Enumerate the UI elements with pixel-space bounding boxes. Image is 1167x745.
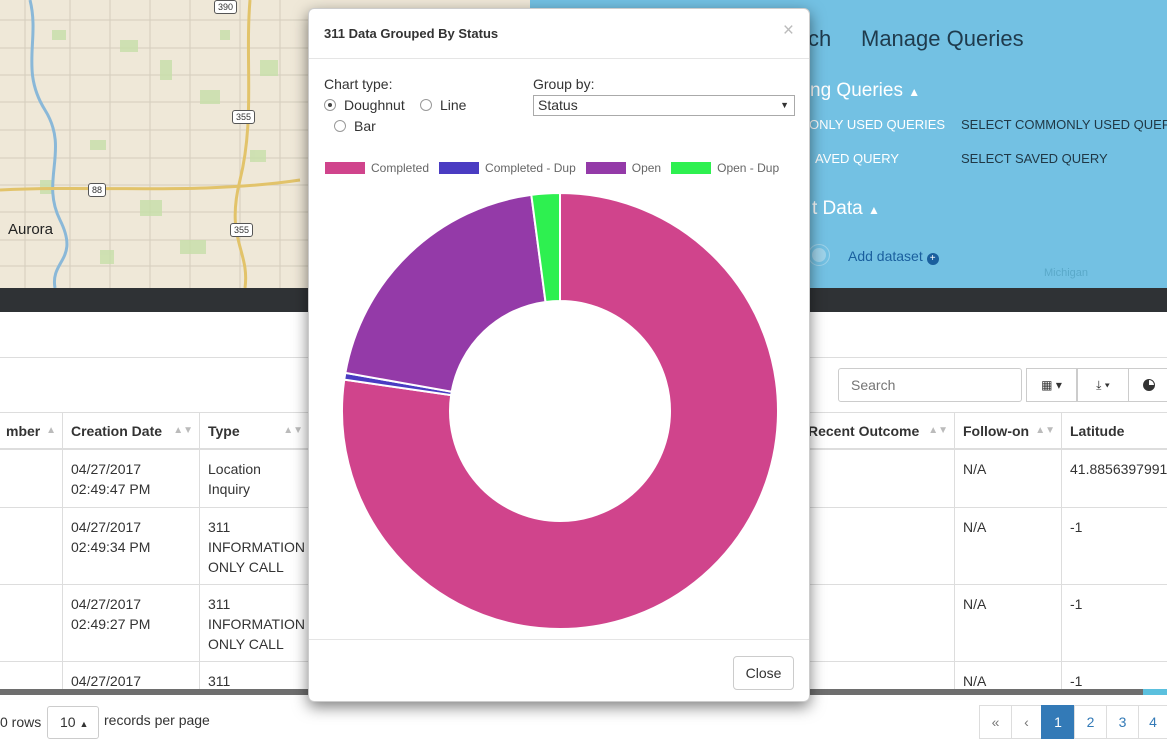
group-by-select[interactable]: Status ▼ bbox=[533, 95, 795, 116]
page-prev-button[interactable]: ‹ bbox=[1011, 705, 1042, 739]
existing-queries-heading[interactable]: ng Queries ▲ bbox=[810, 80, 920, 102]
nav-search-tab[interactable]: ch bbox=[808, 26, 831, 52]
chart-legend: Completed Completed - Dup Open Open - Dup bbox=[325, 160, 789, 176]
latitude-cell: -1 bbox=[1061, 508, 1167, 584]
legend-label: Completed - Dup bbox=[485, 161, 576, 175]
rows-count-text: 0 rows bbox=[0, 714, 42, 730]
page-size-dropdown[interactable]: 10 ▲ bbox=[47, 706, 99, 739]
highway-shield: 88 bbox=[88, 183, 107, 197]
chart-modal: 311 Data Grouped By Status × Chart type:… bbox=[308, 8, 810, 702]
grid-icon: ▦ ▾ bbox=[1041, 378, 1062, 392]
columns-dropdown-button[interactable]: ▦ ▾ bbox=[1026, 368, 1077, 402]
follow-on-cell: N/A bbox=[954, 508, 1061, 584]
caret-down-icon: ▼ bbox=[780, 100, 789, 110]
page-3-button[interactable]: 3 bbox=[1106, 705, 1139, 739]
follow-on-cell: N/A bbox=[954, 585, 1061, 661]
column-header-number[interactable]: mber▲▼ bbox=[0, 413, 62, 449]
type-cell: 311 INFORMATION ONLY CALL bbox=[199, 585, 309, 661]
records-per-page-label: records per page bbox=[104, 712, 210, 728]
page-1-button[interactable]: 1 bbox=[1041, 705, 1075, 739]
doughnut-slice-open[interactable] bbox=[344, 193, 547, 393]
legend-item[interactable]: Completed - Dup bbox=[439, 160, 576, 176]
page-4-button[interactable]: 4 bbox=[1138, 705, 1167, 739]
radio-unselected-icon bbox=[420, 99, 432, 111]
radio-line[interactable]: Line bbox=[420, 97, 466, 113]
sort-icon: ▲▼ bbox=[283, 425, 303, 436]
search-input[interactable] bbox=[838, 368, 1022, 402]
caret-up-icon: ▲ bbox=[79, 719, 89, 729]
legend-swatch bbox=[585, 162, 626, 174]
column-header-recent-outcome[interactable]: Recent Outcome ▲▼ bbox=[800, 413, 954, 449]
radio-doughnut[interactable]: Doughnut bbox=[324, 97, 405, 113]
latitude-cell: -1 bbox=[1061, 585, 1167, 661]
remove-dataset-button[interactable] bbox=[808, 244, 830, 266]
chart-button[interactable] bbox=[1128, 368, 1167, 402]
type-cell: Location Inquiry bbox=[199, 450, 309, 507]
modal-footer: Close bbox=[309, 639, 809, 703]
legend-swatch bbox=[325, 162, 365, 174]
legend-item[interactable]: Completed bbox=[325, 160, 429, 176]
highway-shield: 355 bbox=[230, 223, 254, 237]
highway-shield: 355 bbox=[232, 110, 256, 124]
creation-date-cell: 04/27/2017 02:49:27 PM bbox=[62, 585, 199, 661]
commonly-used-queries-label: ONLY USED QUERIES bbox=[809, 117, 946, 132]
map-water-label: Michigan bbox=[1044, 267, 1089, 279]
legend-label: Open - Dup bbox=[717, 161, 780, 175]
export-dropdown-button[interactable]: ⤓ ▾ bbox=[1077, 368, 1129, 402]
chevron-up-icon: ▲ bbox=[867, 203, 880, 217]
column-header-latitude[interactable]: Latitude bbox=[1061, 413, 1167, 449]
close-circle-icon bbox=[812, 248, 826, 262]
scrollbar-thumb[interactable] bbox=[1143, 689, 1167, 695]
sort-icon: ▲▼ bbox=[46, 425, 56, 436]
commonly-used-queries-select[interactable]: SELECT COMMONLY USED QUER bbox=[961, 117, 1167, 132]
legend-item[interactable]: Open - Dup bbox=[671, 160, 779, 176]
chart-type-label: Chart type: bbox=[324, 76, 393, 92]
map-city-label: Aurora bbox=[8, 221, 54, 238]
chevron-up-icon: ▲ bbox=[908, 85, 921, 99]
radio-bar[interactable]: Bar bbox=[334, 118, 376, 134]
close-icon[interactable]: × bbox=[783, 21, 794, 41]
modal-title: 311 Data Grouped By Status bbox=[324, 26, 499, 41]
radio-unselected-icon bbox=[334, 120, 346, 132]
saved-query-label: AVED QUERY bbox=[815, 151, 900, 166]
legend-label: Completed bbox=[371, 161, 430, 175]
legend-swatch bbox=[671, 162, 712, 174]
plus-circle-icon: + bbox=[926, 253, 939, 265]
saved-query-select[interactable]: SELECT SAVED QUERY bbox=[961, 151, 1108, 166]
radio-label: Bar bbox=[354, 118, 376, 134]
follow-on-cell: N/A bbox=[954, 662, 1061, 689]
column-header-follow-on[interactable]: Follow-on ▲▼ bbox=[954, 413, 1061, 449]
pie-chart-icon bbox=[1143, 379, 1155, 391]
radio-label: Line bbox=[440, 97, 467, 113]
highway-shield: 390 bbox=[214, 0, 238, 14]
latitude-cell: 41.8856397991 bbox=[1061, 450, 1167, 507]
legend-item[interactable]: Open bbox=[585, 160, 662, 176]
creation-date-cell: 04/27/2017 bbox=[62, 662, 199, 689]
sort-icon: ▲▼ bbox=[173, 425, 193, 436]
nav-manage-queries-tab[interactable]: Manage Queries bbox=[861, 26, 1024, 52]
group-by-label: Group by: bbox=[533, 76, 595, 92]
add-dataset-link[interactable]: Add dataset + bbox=[848, 248, 939, 265]
legend-swatch bbox=[439, 162, 480, 174]
column-header-creation-date[interactable]: Creation Date ▲▼ bbox=[62, 413, 199, 449]
sort-icon: ▲▼ bbox=[1035, 425, 1055, 436]
latitude-cell: -1 bbox=[1061, 662, 1167, 689]
creation-date-cell: 04/27/2017 02:49:34 PM bbox=[62, 508, 199, 584]
column-header-type[interactable]: Type ▲▼ bbox=[199, 413, 309, 449]
page-first-button[interactable]: « bbox=[979, 705, 1012, 739]
radio-label: Doughnut bbox=[344, 97, 405, 113]
page-2-button[interactable]: 2 bbox=[1074, 705, 1107, 739]
type-cell: 311 INFORMATION ONLY CALL bbox=[199, 508, 309, 584]
radio-selected-icon bbox=[324, 99, 336, 111]
doughnut-chart bbox=[341, 191, 779, 630]
type-cell: 311 bbox=[199, 662, 309, 689]
legend-label: Open bbox=[631, 161, 662, 175]
creation-date-cell: 04/27/2017 02:49:47 PM bbox=[62, 450, 199, 507]
sort-icon: ▲▼ bbox=[928, 425, 948, 436]
follow-on-cell: N/A bbox=[954, 450, 1061, 507]
data-section-heading[interactable]: t Data ▲ bbox=[812, 198, 880, 220]
export-icon: ⤓ ▾ bbox=[1096, 377, 1110, 392]
close-button[interactable]: Close bbox=[733, 656, 794, 690]
modal-header: 311 Data Grouped By Status × bbox=[309, 9, 809, 59]
